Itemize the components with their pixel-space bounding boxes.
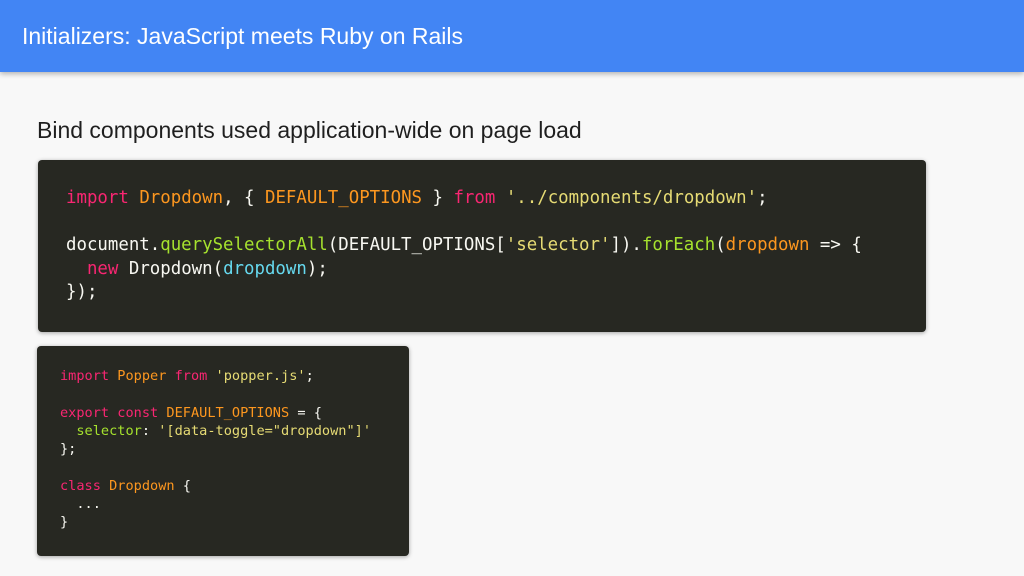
code-line-5: }; bbox=[60, 441, 77, 458]
code-punctuation: ( bbox=[715, 235, 726, 255]
code-punctuation: => { bbox=[809, 235, 862, 255]
code-punctuation: ; bbox=[305, 368, 314, 384]
code-line-1: import Popper from 'popper.js'; bbox=[60, 368, 314, 384]
slide-subtitle: Bind components used application-wide on… bbox=[37, 117, 582, 143]
code-line-5: }); bbox=[66, 282, 98, 302]
code-line-3: document.querySelectorAll(DEFAULT_OPTION… bbox=[66, 235, 862, 255]
code-object: document. bbox=[66, 235, 161, 255]
code-method: querySelectorAll bbox=[160, 235, 328, 255]
code-constant-name: DEFAULT_OPTIONS bbox=[166, 404, 290, 421]
code-keyword: from bbox=[453, 188, 496, 208]
code-string: '[data-toggle="dropdown"]' bbox=[158, 422, 372, 439]
code-line-4: selector: '[data-toggle="dropdown"]' bbox=[60, 423, 371, 439]
code-punctuation: ]). bbox=[610, 235, 642, 255]
code-punctuation: } bbox=[422, 188, 454, 208]
code-punctuation: (DEFAULT_OPTIONS[ bbox=[327, 235, 506, 255]
code-block-initializer: import Dropdown, { DEFAULT_OPTIONS } fro… bbox=[38, 160, 926, 332]
code-line-4: new Dropdown(dropdown); bbox=[66, 259, 328, 279]
code-line-3: export const DEFAULT_OPTIONS = { bbox=[60, 405, 322, 421]
code-default-import: Dropdown bbox=[139, 188, 224, 208]
code-punctuation: ; bbox=[757, 188, 768, 208]
code-punctuation: : bbox=[141, 422, 159, 439]
code-class-name: Dropdown bbox=[109, 477, 175, 494]
code-line-1: import Dropdown, { DEFAULT_OPTIONS } fro… bbox=[66, 188, 768, 208]
code-punctuation: { bbox=[174, 477, 191, 494]
code-string: 'selector' bbox=[505, 235, 611, 255]
code-line-7: class Dropdown { bbox=[60, 478, 191, 494]
slide-title: Initializers: JavaScript meets Ruby on R… bbox=[22, 23, 463, 49]
code-lines: import Popper from 'popper.js'; export c… bbox=[60, 367, 371, 532]
code-import-name: Popper bbox=[117, 368, 167, 384]
code-keyword: export bbox=[60, 404, 110, 421]
code-keyword: import bbox=[60, 368, 110, 384]
code-named-import: DEFAULT_OPTIONS bbox=[264, 188, 423, 208]
code-block-dropdown-component: import Popper from 'popper.js'; export c… bbox=[37, 346, 409, 556]
code-keyword: from bbox=[174, 368, 208, 384]
code-punctuation: = { bbox=[289, 404, 322, 421]
code-method: forEach bbox=[641, 235, 716, 255]
code-line-9: } bbox=[60, 514, 69, 531]
code-keyword: const bbox=[117, 404, 159, 421]
code-lines: import Dropdown, { DEFAULT_OPTIONS } fro… bbox=[66, 187, 862, 305]
code-string: '../components/dropdown' bbox=[505, 188, 758, 208]
code-line-8: ... bbox=[60, 496, 101, 513]
code-parameter: dropdown bbox=[725, 235, 810, 255]
code-punctuation: ); bbox=[306, 258, 328, 279]
code-argument: dropdown bbox=[223, 258, 307, 279]
code-keyword: class bbox=[60, 477, 101, 494]
code-keyword: new bbox=[86, 258, 119, 279]
slide-header-bar: Initializers: JavaScript meets Ruby on R… bbox=[0, 0, 1024, 72]
code-punctuation: , { bbox=[223, 188, 265, 208]
code-keyword: import bbox=[66, 188, 129, 208]
code-property: selector bbox=[76, 422, 142, 439]
code-string: 'popper.js' bbox=[215, 368, 306, 384]
code-constructor: Dropdown( bbox=[118, 258, 224, 279]
